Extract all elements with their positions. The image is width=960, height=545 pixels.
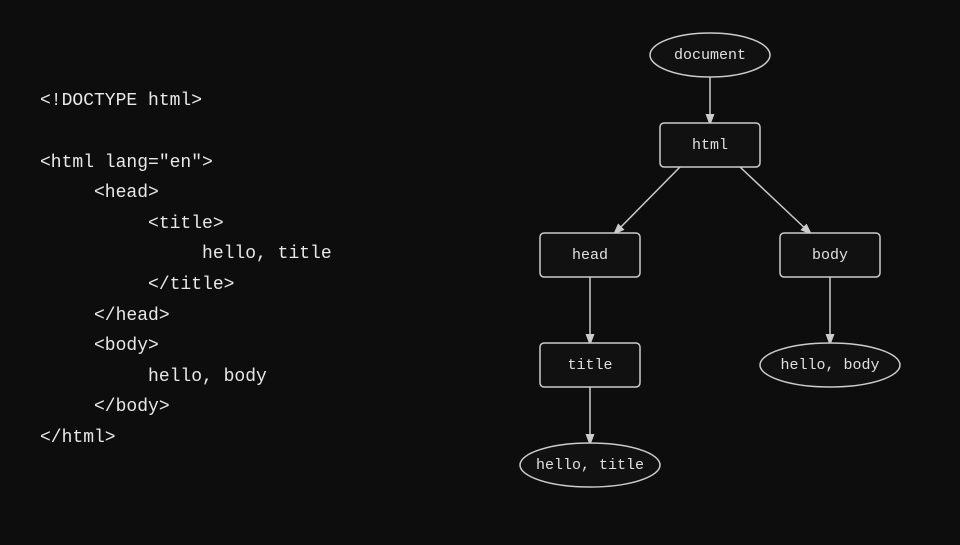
code-line: <head> (40, 178, 420, 209)
node-label-hellobody: hello, body (780, 357, 879, 374)
code-panel: <!DOCTYPE html> <html lang="en"> <head> … (0, 0, 460, 540)
node-label-body: body (812, 247, 848, 264)
tree-edge (615, 167, 680, 233)
code-line: </title> (40, 270, 420, 301)
node-head: head (540, 233, 640, 277)
node-label-document: document (674, 47, 746, 64)
node-html: html (660, 123, 760, 167)
code-line: hello, body (40, 362, 420, 393)
code-line: <html lang="en"> (40, 148, 420, 179)
node-label-head: head (572, 247, 608, 264)
code-line: hello, title (40, 239, 420, 270)
code-line: </body> (40, 392, 420, 423)
code-line (40, 117, 420, 148)
node-label-hellotitle: hello, title (536, 457, 644, 474)
code-line: <!DOCTYPE html> (40, 86, 420, 117)
tree-edge (740, 167, 810, 233)
dom-tree: document html head body title hello, body hell… (460, 0, 960, 540)
node-hellobody: hello, body (760, 343, 900, 387)
tree-panel: document html head body title hello, body hell… (460, 0, 960, 540)
code-line: </html> (40, 423, 420, 454)
code-line: <title> (40, 209, 420, 240)
node-document: document (650, 33, 770, 77)
node-body: body (780, 233, 880, 277)
node-title: title (540, 343, 640, 387)
code-line: <body> (40, 331, 420, 362)
node-label-html: html (692, 137, 728, 154)
node-hellotitle: hello, title (520, 443, 660, 487)
node-label-title: title (567, 357, 612, 374)
code-line: </head> (40, 301, 420, 332)
